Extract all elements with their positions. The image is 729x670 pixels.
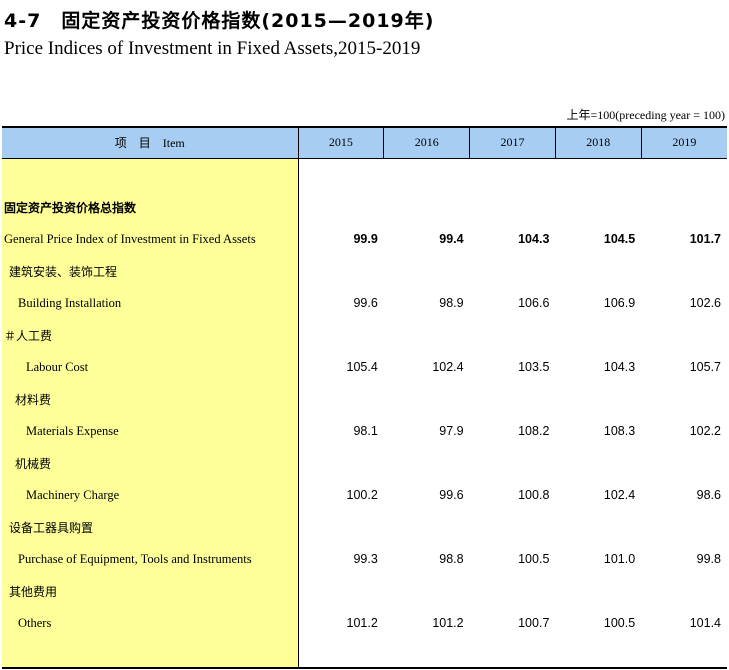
- table-row: 建筑安装、装饰工程: [2, 255, 727, 287]
- value-2018: 101.0: [603, 552, 636, 566]
- header-year-2017: 2017: [469, 126, 556, 159]
- table-row: General Price Index of Investment in Fix…: [2, 223, 727, 255]
- table-row: Machinery Charge 100.2 99.6 100.8 102.4 …: [2, 479, 727, 511]
- table-row: Building Installation 99.6 98.9 106.6 10…: [2, 287, 727, 319]
- value-2019: 99.8: [696, 552, 721, 566]
- price-index-table: 项 目 Item 2015 2016 2017 2018 2019 固定资产投资…: [2, 126, 727, 669]
- table-row: Others 101.2 101.2 100.7 100.5 101.4: [2, 607, 727, 639]
- value-2019: 102.2: [689, 424, 721, 438]
- value-2015: 100.2: [346, 488, 378, 502]
- table-row: Labour Cost 105.4 102.4 103.5 104.3 105.…: [2, 351, 727, 383]
- table-row: 材料费: [2, 383, 727, 415]
- header-row: 项 目 Item 2015 2016 2017 2018 2019: [2, 126, 727, 159]
- header-year-2016: 2016: [383, 126, 470, 159]
- row-label: 固定资产投资价格总指数: [2, 191, 299, 223]
- value-2015: 99.6: [353, 296, 378, 310]
- table-row: 固定资产投资价格总指数: [2, 191, 727, 223]
- value-2017: 104.3: [518, 232, 550, 246]
- value-2016: 101.2: [432, 616, 464, 630]
- spacer-cell: [298, 639, 727, 669]
- row-label: Building Installation: [2, 287, 299, 319]
- value-2016: 99.4: [439, 232, 464, 246]
- table-row: 机械费: [2, 447, 727, 479]
- value-2016: 98.9: [439, 296, 464, 310]
- row-label: 设备工器具购置: [2, 511, 299, 543]
- row-label: 其他费用: [2, 575, 299, 607]
- value-2017: 108.2: [518, 424, 550, 438]
- spacer-cell: [2, 158, 299, 191]
- row-label: Purchase of Equipment, Tools and Instrum…: [2, 543, 299, 575]
- header-year-2019: 2019: [640, 126, 727, 159]
- value-2015: 99.9: [353, 232, 378, 246]
- value-2017: 100.8: [518, 488, 550, 502]
- row-label: Materials Expense: [2, 415, 299, 447]
- value-2015: 98.1: [353, 424, 378, 438]
- row-label: ＃人工费: [2, 319, 299, 351]
- value-2019: 102.6: [689, 296, 721, 310]
- value-2017: 103.5: [518, 360, 550, 374]
- value-2018: 100.5: [603, 616, 636, 630]
- spacer-cell: [298, 158, 727, 191]
- table-title-chinese: 4-7 固定资产投资价格指数(2015—2019年): [4, 10, 435, 32]
- table-row: Materials Expense 98.1 97.9 108.2 108.3 …: [2, 415, 727, 447]
- value-2018: 102.4: [603, 488, 636, 502]
- value-2015: 99.3: [353, 552, 378, 566]
- row-label: 材料费: [2, 383, 299, 415]
- table-row: 其他费用: [2, 575, 727, 607]
- row-label: Machinery Charge: [2, 479, 299, 511]
- header-year-2018: 2018: [554, 126, 642, 159]
- row-label: General Price Index of Investment in Fix…: [2, 223, 299, 255]
- unit-note: 上年=100(preceding year = 100): [566, 108, 726, 122]
- table-row: Purchase of Equipment, Tools and Instrum…: [2, 543, 727, 575]
- value-2016: 99.6: [439, 488, 464, 502]
- value-2016: 98.8: [439, 552, 464, 566]
- value-2018: 108.3: [603, 424, 636, 438]
- table-row: [2, 158, 727, 191]
- value-2019: 98.6: [696, 488, 721, 502]
- table-row: 设备工器具购置: [2, 511, 727, 543]
- value-2015: 105.4: [346, 360, 378, 374]
- value-2018: 104.3: [603, 360, 636, 374]
- row-label: Others: [2, 607, 299, 639]
- value-2017: 100.5: [518, 552, 550, 566]
- value-2017: 106.6: [518, 296, 550, 310]
- value-2019: 101.7: [689, 232, 721, 246]
- value-2018: 106.9: [603, 296, 636, 310]
- value-2016: 97.9: [439, 424, 464, 438]
- table-row: [2, 639, 727, 669]
- value-2015: 101.2: [346, 616, 378, 630]
- header-item: 项 目 Item: [2, 126, 298, 159]
- row-label: Labour Cost: [2, 351, 299, 383]
- value-2016: 102.4: [432, 360, 464, 374]
- row-label: 机械费: [2, 447, 299, 479]
- value-2017: 100.7: [518, 616, 550, 630]
- value-2019: 105.7: [689, 360, 721, 374]
- value-2018: 104.5: [603, 232, 636, 246]
- spacer-cell: [2, 639, 299, 669]
- value-2019: 101.4: [689, 616, 721, 630]
- row-label: 建筑安装、装饰工程: [2, 255, 299, 287]
- table-title-english: Price Indices of Investment in Fixed Ass…: [4, 38, 421, 59]
- table-row: ＃人工费: [2, 319, 727, 351]
- header-year-2015: 2015: [297, 126, 384, 159]
